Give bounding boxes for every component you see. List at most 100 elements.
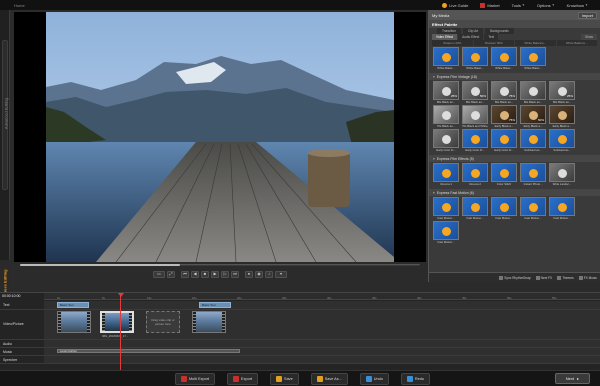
drop-placeholder[interactable]: Drag video clip or picture here [146, 311, 180, 333]
effect-thumb[interactable]: Fast Motion... [520, 197, 546, 220]
track-area[interactable] [44, 340, 600, 347]
play-icon[interactable]: ▶ [211, 270, 219, 278]
effect-thumb[interactable]: Fast Motion... [491, 197, 517, 220]
chevron-down-icon: ▾ [433, 74, 435, 79]
effect-thumb[interactable]: Early Color Fi... [462, 129, 488, 152]
undo-button[interactable]: Undo [359, 372, 389, 385]
next-fx-button[interactable]: Next FX [535, 275, 552, 280]
step-back-icon[interactable]: ◀ [191, 270, 199, 278]
effect-preview [520, 129, 546, 148]
go-to-end-icon[interactable]: ⏭ [231, 270, 239, 278]
market-menu[interactable]: Market [480, 2, 500, 8]
track-area[interactable]: Lando Rather [44, 348, 600, 355]
import-button[interactable]: Import [577, 11, 597, 19]
volume-icon[interactable]: ♪ [265, 270, 273, 278]
section-film-vintage[interactable]: ▾ Express Film Vintage (18) [429, 73, 600, 80]
effect-palette-title[interactable]: Effect Palette [429, 20, 600, 28]
fx-music-button[interactable]: FX Music [578, 275, 597, 280]
track-area[interactable]: Basic Text Basic Text [44, 301, 600, 309]
sync-rhythmsnap-button[interactable]: Sync RhythmSnap [499, 275, 531, 280]
effect-thumb[interactable]: 75% Early Black a... [491, 105, 517, 128]
music-clip[interactable]: Lando Rather [57, 349, 240, 353]
effect-name[interactable]: Sharpen 50% [473, 40, 514, 46]
effect-thumb[interactable]: 70s Black and White, Film [462, 105, 488, 128]
save-button[interactable]: Save [270, 372, 299, 385]
track-area[interactable] [44, 356, 600, 363]
advanced-editing-tab[interactable]: Advanced Editing [2, 40, 9, 190]
multi-export-button[interactable]: Multi Export [175, 372, 216, 385]
video-clip[interactable] [192, 311, 226, 333]
video-preview[interactable] [14, 12, 426, 262]
effect-thumb[interactable]: Early Color Fi... [491, 129, 517, 152]
effect-thumb[interactable]: 75% 80s Black an... [491, 81, 517, 104]
step-forward-icon[interactable]: ▷ [221, 270, 229, 278]
effect-thumb[interactable]: Wide Landsc... [549, 163, 575, 186]
effect-preview: 75% [491, 81, 517, 100]
snapshot-icon[interactable]: ◉ [255, 270, 263, 278]
next-button[interactable]: Next ▸ [554, 373, 590, 384]
effect-name[interactable]: White Balance... [556, 40, 597, 46]
effect-thumb[interactable]: Instant Photo... [520, 163, 546, 186]
live-guide-menu[interactable]: Live Guide [442, 2, 468, 8]
knowhow-menu[interactable]: Knowhow ▼ [567, 3, 588, 8]
effect-label: Cinema 1 [440, 182, 452, 186]
effect-label: Fast Motion... [437, 216, 455, 220]
fullscreen-icon[interactable]: ⤢ [167, 270, 175, 278]
effect-preview: 50% [462, 81, 488, 100]
effect-name[interactable]: Sharpen 20% [432, 40, 473, 46]
section-fast-motion[interactable]: ▾ Express Fast Motion (6) [429, 189, 600, 196]
effect-thumb[interactable]: Fast Motion... [549, 197, 575, 220]
record-icon[interactable]: ● [245, 270, 253, 278]
options-menu[interactable]: Options ▼ [537, 3, 555, 8]
effect-thumb[interactable]: White Balan... [520, 47, 546, 70]
effect-thumb[interactable]: White Balan... [433, 47, 459, 70]
zoom-dropdown[interactable]: ▾ [275, 270, 287, 278]
track-music: Music Lando Rather [0, 348, 600, 356]
effect-thumb[interactable]: Cinema 2 [462, 163, 488, 186]
effect-thumb[interactable]: Fast Motion... [433, 197, 459, 220]
effect-thumb[interactable]: 80s Black an... [520, 81, 546, 104]
timeline-ruler[interactable]: 0s 5s 10s 15s 20s 25s 30s 35s 40s 45s 50s 55s [44, 293, 600, 300]
track-audio: Audio [0, 340, 600, 348]
themes-button[interactable]: Themes [557, 275, 574, 280]
ruler-tick: 40s [417, 296, 422, 300]
effect-thumb[interactable]: White Balan... [462, 47, 488, 70]
effect-thumb[interactable]: Early Color Fi... [433, 129, 459, 152]
effect-thumb[interactable]: Cinema 1 [433, 163, 459, 186]
redo-button[interactable]: Redo [400, 372, 430, 385]
effect-thumb[interactable]: Color Stitch [491, 163, 517, 186]
tools-menu[interactable]: Tools ▼ [512, 3, 525, 8]
save-as-button[interactable]: Save As... [310, 372, 348, 385]
effect-preview [433, 129, 459, 148]
playhead[interactable] [118, 293, 124, 371]
effect-thumb[interactable]: Fast Motion... [462, 197, 488, 220]
timeline: 00:00:10:00 0s 5s 10s 15s 20s 25s 30s 35s 40s 45s… [0, 292, 600, 371]
stop-icon[interactable]: ■ [201, 270, 209, 278]
effect-preview [520, 81, 546, 100]
track-area[interactable]: IMG_20180603_17... Drag video clip or pi… [44, 310, 600, 339]
text-clip[interactable]: Basic Text [199, 302, 231, 308]
go-to-start-icon[interactable]: ⏮ [181, 270, 189, 278]
video-clip[interactable] [57, 311, 91, 333]
home-link[interactable]: Home [14, 3, 25, 8]
effect-thumb[interactable]: Fast Motion... [433, 221, 459, 244]
export-button[interactable]: Export [227, 372, 259, 385]
effect-thumb[interactable]: 70s Black an... [433, 105, 459, 128]
effect-thumb[interactable]: 25% 80s Black an... [549, 81, 575, 104]
effect-thumb[interactable]: 50% Early Black a... [520, 105, 546, 128]
text-clip[interactable]: Basic Text [57, 302, 89, 308]
effect-preview [433, 197, 459, 216]
effect-thumb[interactable]: Subdued an... [549, 129, 575, 152]
chevron-down-icon: ▼ [551, 3, 555, 7]
effect-thumb[interactable]: Early Black a... [549, 105, 575, 128]
effect-label: Subdued an... [553, 148, 571, 152]
effect-name[interactable]: White Balance... [515, 40, 556, 46]
section-film-effects[interactable]: ▾ Express Film Effects (5) [429, 155, 600, 162]
effect-thumb[interactable]: White Balan... [491, 47, 517, 70]
video-clip-selected[interactable] [100, 311, 134, 333]
effect-preview [433, 105, 459, 124]
effect-thumb[interactable]: 25% 80s Black an... [433, 81, 459, 104]
display-mode-button[interactable]: ▭ [153, 270, 165, 278]
effect-thumb[interactable]: 50% 80s Black an... [462, 81, 488, 104]
effect-thumb[interactable]: Subdued an... [520, 129, 546, 152]
